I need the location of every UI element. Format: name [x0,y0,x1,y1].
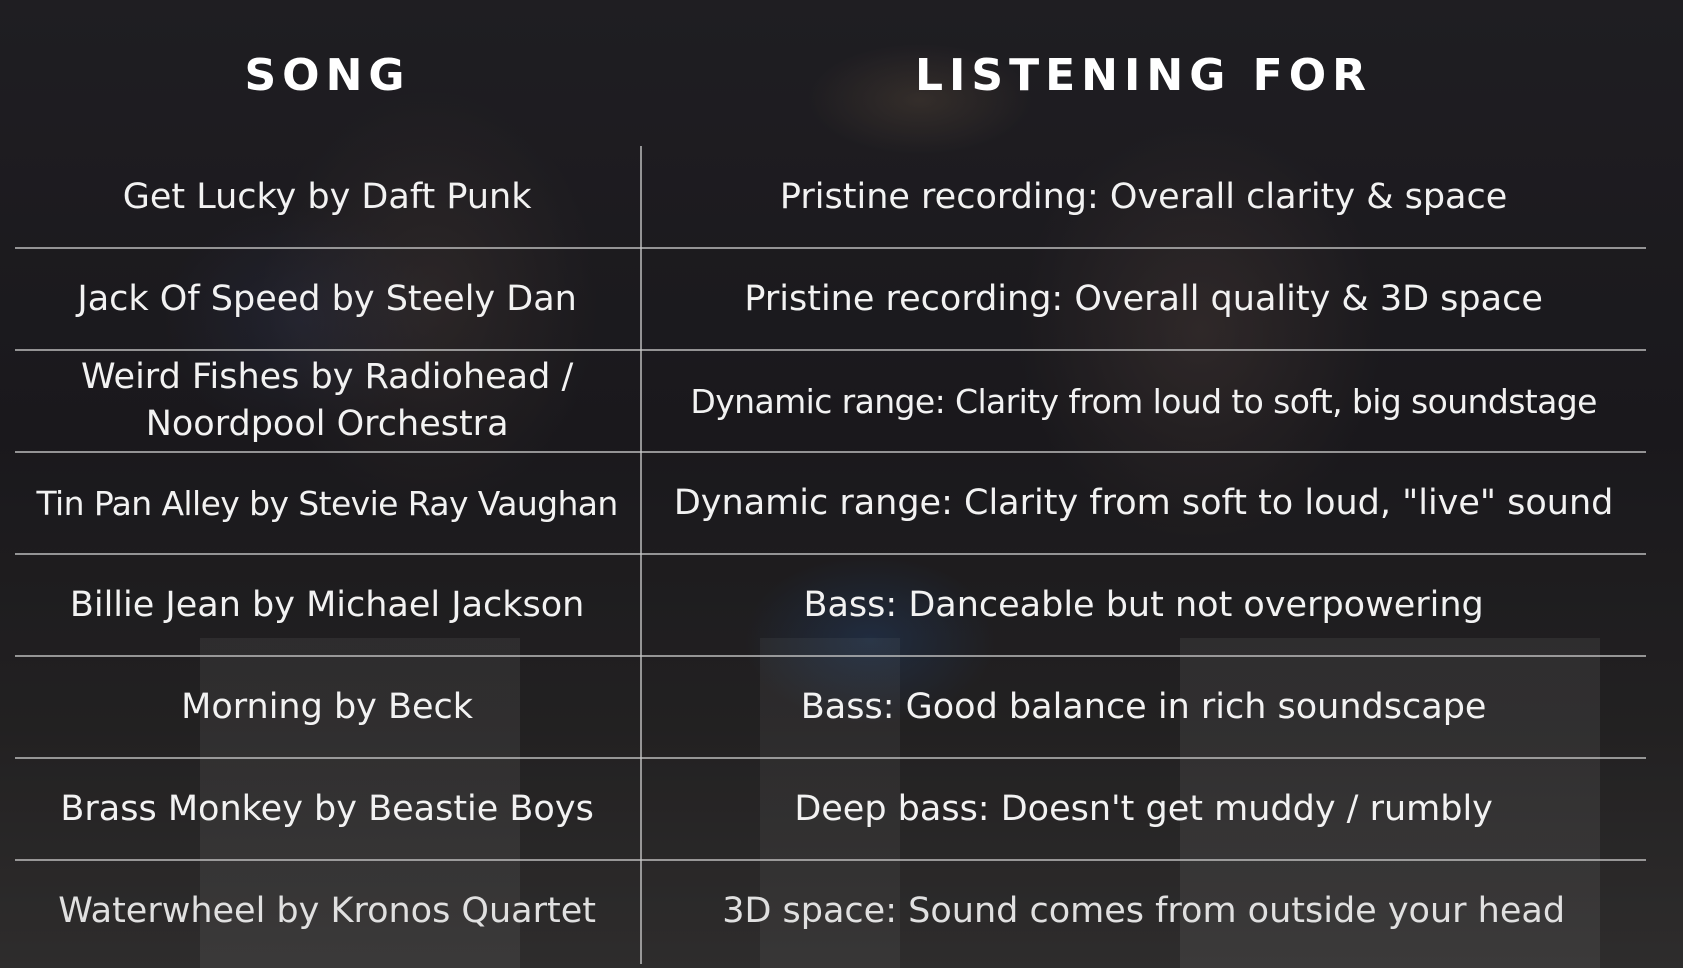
table-row: Tin Pan Alley by Stevie Ray Vaughan Dyna… [15,452,1646,554]
table-row: Billie Jean by Michael Jackson Bass: Dan… [15,554,1646,656]
song-cell: Brass Monkey by Beastie Boys [60,788,594,829]
song-column-header: SONG [244,49,411,101]
song-cell: Morning by Beck [181,686,474,727]
listening-for-cell: Pristine recording: Overall quality & 3D… [744,278,1543,319]
song-cell: Tin Pan Alley by Stevie Ray Vaughan [36,483,619,523]
listening-for-cell: Bass: Danceable but not overpowering [803,584,1484,625]
table-row: Get Lucky by Daft Punk Pristine recordin… [15,146,1646,248]
listening-for-cell: Pristine recording: Overall clarity & sp… [779,176,1508,217]
song-cell: Weird Fishes by Radiohead / Noordpool Or… [80,357,574,444]
table-row: Morning by Beck Bass: Good balance in ri… [15,656,1646,758]
table-row: Waterwheel by Kronos Quartet 3D space: S… [15,860,1646,962]
listening-for-cell: Dynamic range: Clarity from soft to loud… [673,482,1614,523]
listening-for-cell: Bass: Good balance in rich soundscape [800,686,1487,727]
listening-for-cell: Dynamic range: Clarity from loud to soft… [690,381,1597,421]
listening-for-column-header: LISTENING FOR [915,49,1372,101]
listening-for-cell: Deep bass: Doesn't get muddy / rumbly [794,788,1493,829]
song-cell: Waterwheel by Kronos Quartet [58,890,596,931]
song-cell: Jack Of Speed by Steely Dan [77,278,577,319]
song-cell: Billie Jean by Michael Jackson [69,584,585,625]
song-table: Get Lucky by Daft Punk Pristine recordin… [15,146,1646,964]
table-row: Weird Fishes by Radiohead / Noordpool Or… [15,350,1646,452]
table-row: Brass Monkey by Beastie Boys Deep bass: … [15,758,1646,860]
table-header: SONG LISTENING FOR [0,40,1683,110]
table-row: Jack Of Speed by Steely Dan Pristine rec… [15,248,1646,350]
song-cell: Get Lucky by Daft Punk [122,176,532,217]
listening-for-cell: 3D space: Sound comes from outside your … [722,890,1566,931]
